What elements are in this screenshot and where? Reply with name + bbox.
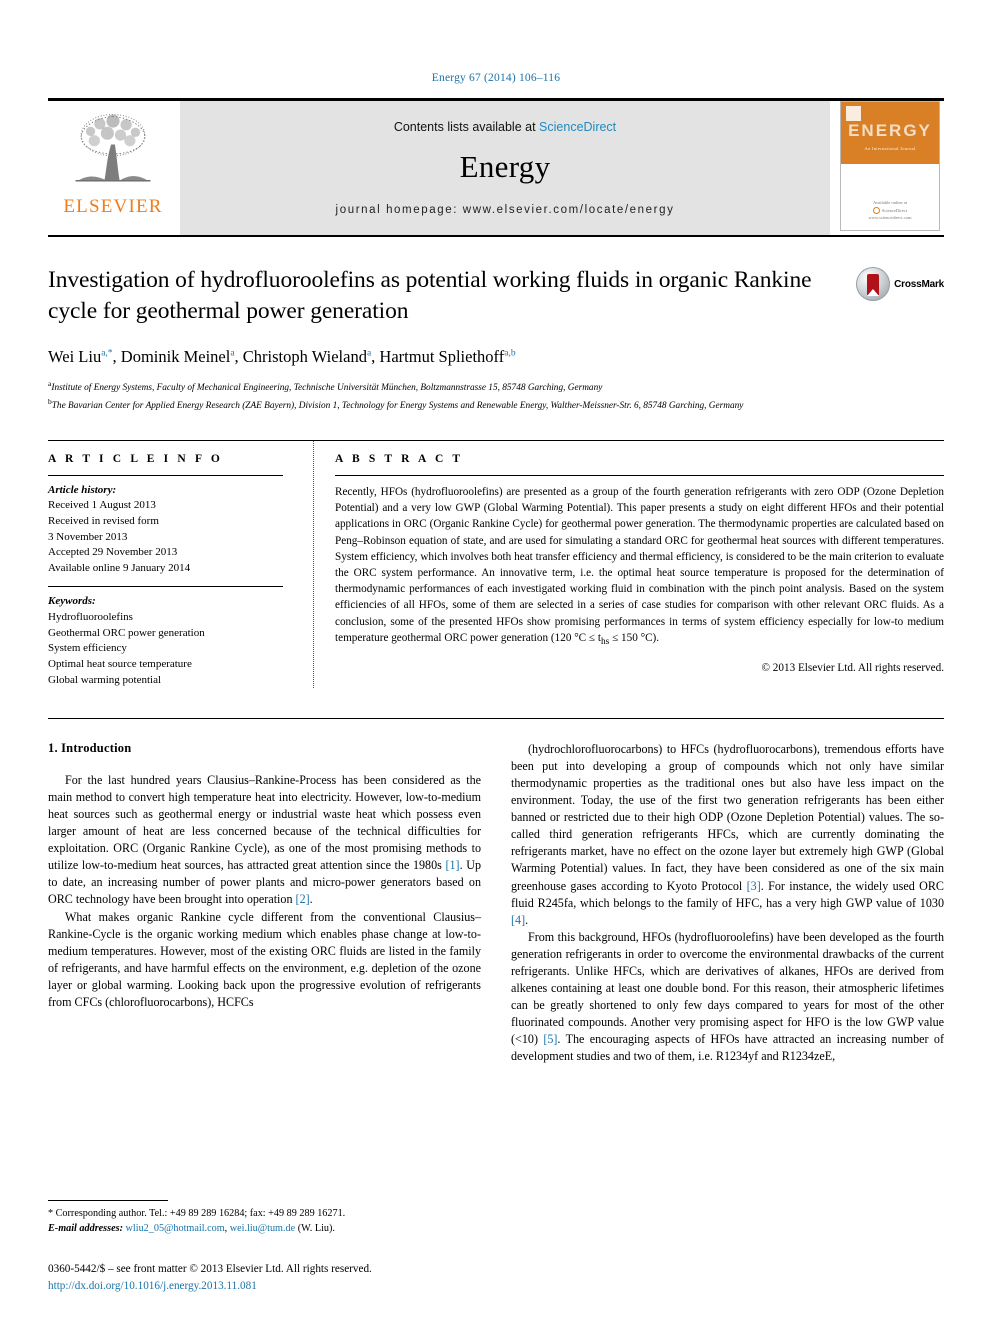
journal-homepage-link[interactable]: journal homepage: www.elsevier.com/locat… xyxy=(336,204,675,216)
paragraph: For the last hundred years Clausius–Rank… xyxy=(48,773,482,907)
doi-link[interactable]: http://dx.doi.org/10.1016/j.energy.2013.… xyxy=(48,1278,508,1295)
paper-page: Energy 67 (2014) 106–116 ELSEVIER Conten… xyxy=(0,0,992,1323)
citation-link[interactable]: [1] xyxy=(445,858,459,872)
elsevier-tree-icon xyxy=(75,113,151,182)
elsevier-logo: ELSEVIER xyxy=(48,101,178,235)
abstract-tail: ≤ 150 °C). xyxy=(609,631,660,644)
article-info-column: A R T I C L E I N F O Article history: R… xyxy=(48,453,283,688)
article-history: Article history: Received 1 August 2013 … xyxy=(48,476,283,577)
corresponding-author-footnote: * Corresponding author. Tel.: +49 89 289… xyxy=(48,1200,481,1237)
cover-masthead-band: ENERGY An International Journal xyxy=(841,102,939,164)
cover-footer-line1: Available online at xyxy=(873,200,907,206)
paragraph: What makes organic Rankine cycle differe… xyxy=(48,909,481,1009)
journal-title: Energy xyxy=(459,149,551,184)
keyword-item: Optimal heat source temperature xyxy=(48,657,192,670)
cover-footer-line3: www.sciencedirect.com xyxy=(868,215,912,221)
history-item: Received in revised form xyxy=(48,515,159,528)
crossmark-label: CrossMark xyxy=(894,278,944,290)
body-region: 1. Introduction For the last hundred yea… xyxy=(48,718,944,1065)
crossmark-icon xyxy=(856,267,891,301)
cover-publisher-mark xyxy=(846,106,861,121)
history-item: Available online 9 January 2014 xyxy=(48,561,191,574)
email-suffix: (W. Liu). xyxy=(295,1223,335,1235)
cover-tagline: An International Journal xyxy=(864,146,916,151)
keyword-item: Global warming potential xyxy=(48,673,162,686)
crossmark-badge[interactable]: CrossMark xyxy=(856,267,944,301)
keywords-group: Keywords: Hydrofluoroolefins Geothermal … xyxy=(48,587,283,688)
article-info-heading: A R T I C L E I N F O xyxy=(48,452,223,465)
history-item: Accepted 29 November 2013 xyxy=(48,546,178,559)
history-item: 3 November 2013 xyxy=(48,530,128,543)
email-link-2[interactable]: wei.liu@tum.de xyxy=(230,1223,295,1234)
corresponding-author-line: * Corresponding author. Tel.: +49 89 289… xyxy=(48,1208,346,1220)
journal-cover-thumbnail: ENERGY An International Journal Availabl… xyxy=(836,101,944,235)
paragraph: (hydrochlorofluorocarbons) to HFCs (hydr… xyxy=(511,742,944,927)
body-column-left: 1. Introduction For the last hundred yea… xyxy=(48,741,481,1065)
email-line: E-mail addresses: wliu2_05@hotmail.com, … xyxy=(48,1223,335,1235)
history-item: Received 1 August 2013 xyxy=(48,499,156,512)
citation-link[interactable]: [2] xyxy=(296,892,310,906)
cover-image: ENERGY An International Journal Availabl… xyxy=(840,101,940,231)
keyword-item: Geothermal ORC power generation xyxy=(48,626,205,639)
masthead-bottom-rule xyxy=(48,235,944,237)
email-link-1[interactable]: wliu2_05@hotmail.com xyxy=(126,1223,225,1234)
citation-link[interactable]: [4] xyxy=(511,913,525,927)
paragraph: From this background, HFOs (hydrofluoroo… xyxy=(511,929,944,1063)
sciencedirect-link[interactable]: ScienceDirect xyxy=(539,120,616,134)
author-item: Christoph Wielanda xyxy=(242,346,372,366)
contents-available-line: Contents lists available at ScienceDirec… xyxy=(394,120,616,134)
author-item: Hartmut Spliethoffa,b xyxy=(379,346,516,366)
author-item: Wei Liua,* xyxy=(48,346,113,366)
citation-link[interactable]: [5] xyxy=(543,1032,557,1046)
abstract-copyright: © 2013 Elsevier Ltd. All rights reserved… xyxy=(761,661,945,674)
affiliation-list: aInstitute of Energy Systems, Faculty of… xyxy=(48,378,834,414)
title-block: CrossMark Investigation of hydrofluorool… xyxy=(48,265,944,414)
email-label: E-mail addresses: xyxy=(48,1223,123,1235)
elsevier-wordmark: ELSEVIER xyxy=(63,196,163,217)
info-abstract-region: A R T I C L E I N F O Article history: R… xyxy=(48,439,945,689)
author-item: Dominik Meinela xyxy=(120,346,235,366)
author-list: Wei Liua,*, Dominik Meinela, Christoph W… xyxy=(48,346,516,366)
page-footer: 0360-5442/$ – see front matter © 2013 El… xyxy=(48,1261,508,1295)
abstract-text: Recently, HFOs (hydrofluoroolefins) are … xyxy=(335,476,944,650)
abstract-heading: A B S T R A C T xyxy=(335,452,464,465)
abstract-main: Recently, HFOs (hydrofluoroolefins) are … xyxy=(335,485,944,644)
body-column-right: (hydrochlorofluorocarbons) to HFCs (hydr… xyxy=(511,741,944,1065)
journal-masthead: ELSEVIER Contents lists available at Sci… xyxy=(48,98,944,235)
journal-banner: Contents lists available at ScienceDirec… xyxy=(180,101,830,235)
page-title: Investigation of hydrofluoroolefins as p… xyxy=(48,267,812,325)
article-history-label: Article history: xyxy=(48,483,117,496)
running-head: Energy 67 (2014) 106–116 xyxy=(431,72,561,84)
sciencedirect-dot-icon xyxy=(872,207,880,215)
cover-footer-line2: ScienceDirect xyxy=(841,207,939,215)
affiliation-item: bThe Bavarian Center for Applied Energy … xyxy=(48,396,744,411)
cover-footer: Available online at ScienceDirect www.sc… xyxy=(841,199,939,222)
citation-link[interactable]: [3] xyxy=(747,879,761,893)
abstract-column: A B S T R A C T Recently, HFOs (hydroflu… xyxy=(313,440,945,689)
keyword-item: System efficiency xyxy=(48,642,127,655)
contents-prefix: Contents lists available at xyxy=(393,120,536,134)
section-heading-introduction: 1. Introduction xyxy=(48,741,132,756)
cover-journal-name: ENERGY xyxy=(848,121,932,140)
affiliation-item: aInstitute of Energy Systems, Faculty of… xyxy=(48,378,603,393)
keyword-item: Hydrofluoroolefins xyxy=(48,611,133,624)
keywords-label: Keywords: xyxy=(48,595,96,608)
issn-copyright-line: 0360-5442/$ – see front matter © 2013 El… xyxy=(48,1263,372,1276)
footnote-rule xyxy=(48,1200,168,1202)
